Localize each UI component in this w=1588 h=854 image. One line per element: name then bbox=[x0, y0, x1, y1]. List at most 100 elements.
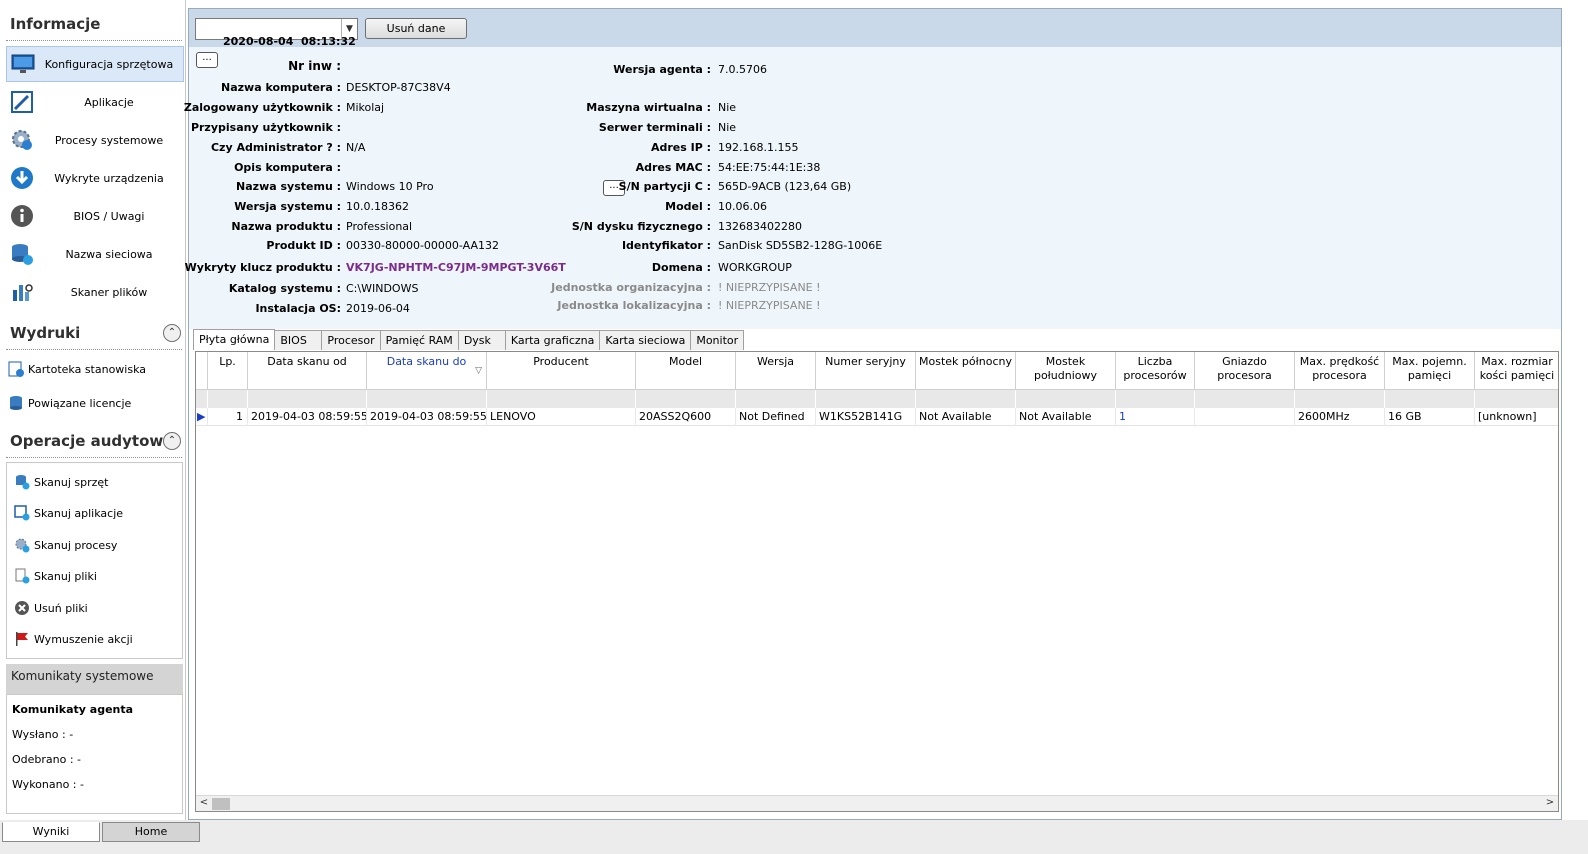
nav-label: Procesy systemowe bbox=[54, 133, 164, 147]
label-virtual-machine: Maszyna wirtualna : bbox=[586, 101, 711, 114]
cell-scan-from: 2019-04-03 08:59:55 bbox=[248, 408, 367, 426]
col-header-producer[interactable]: Producent bbox=[487, 352, 636, 390]
nav-hardware-config[interactable]: Konfiguracja sprzętowa bbox=[6, 46, 184, 82]
filter-cell[interactable] bbox=[636, 390, 736, 408]
label-identifier: Identyfikator : bbox=[621, 239, 711, 252]
print-item-station-card[interactable]: Kartoteka stanowiska bbox=[8, 357, 146, 381]
filter-cell[interactable] bbox=[1475, 390, 1558, 408]
tab-network-card[interactable]: Karta sieciowa bbox=[599, 330, 692, 350]
value-physical-disk-sn: 132683402280 bbox=[718, 220, 802, 233]
cell-producer: LENOVO bbox=[487, 408, 636, 426]
tab-results[interactable]: Wyniki bbox=[2, 822, 100, 842]
cell-scan-to: 2019-04-03 08:59:55 bbox=[367, 408, 487, 426]
filter-cell[interactable] bbox=[1195, 390, 1295, 408]
value-computer-name: DESKTOP-87C38V4 bbox=[346, 81, 451, 94]
audit-scan-processes[interactable]: Skanuj procesy bbox=[14, 533, 117, 557]
cell-mem-capacity: 16 GB bbox=[1385, 408, 1475, 426]
tab-bios[interactable]: BIOS bbox=[274, 330, 323, 350]
value-domain: WORKGROUP bbox=[718, 261, 792, 274]
col-header-serial[interactable]: Numer seryjny bbox=[816, 352, 916, 390]
col-header-cpu-count[interactable]: Liczba procesorów bbox=[1116, 352, 1195, 390]
filter-cell[interactable] bbox=[1295, 390, 1385, 408]
cell-lp: 1 bbox=[208, 408, 248, 426]
tab-monitor[interactable]: Monitor bbox=[690, 330, 745, 350]
cell-serial: W1KS52B141G bbox=[816, 408, 916, 426]
scan-hardware-icon bbox=[16, 475, 30, 490]
nav-label: Aplikacje bbox=[84, 95, 134, 109]
scroll-left-icon[interactable]: < bbox=[197, 797, 211, 811]
gear-process-icon bbox=[12, 130, 32, 150]
monitor-icon bbox=[11, 54, 35, 73]
label-partition-sn: S/N partycji C : bbox=[618, 180, 711, 193]
col-header-lp[interactable]: Lp. bbox=[208, 352, 248, 390]
tab-home[interactable]: Home bbox=[102, 822, 200, 842]
nav-detected-devices[interactable]: Wykryte urządzenia bbox=[6, 160, 184, 196]
col-header-cpu-speed[interactable]: Max. prędkość procesora bbox=[1295, 352, 1385, 390]
col-header-mem-capacity[interactable]: Max. pojemn. pamięci bbox=[1385, 352, 1475, 390]
collapse-print-button[interactable]: ⌃ bbox=[163, 324, 181, 342]
col-header-southbridge[interactable]: Mostek południowy bbox=[1016, 352, 1116, 390]
nav-applications[interactable]: Aplikacje bbox=[6, 84, 184, 120]
table-row[interactable]: ▶ 1 2019-04-03 08:59:55 2019-04-03 08:59… bbox=[196, 408, 1558, 426]
value-product-id: 00330-80000-00000-AA132 bbox=[346, 239, 499, 252]
tab-ram[interactable]: Pamięć RAM bbox=[379, 330, 459, 350]
tab-disk[interactable]: Dysk bbox=[457, 330, 506, 350]
audit-scan-files[interactable]: Skanuj pliki bbox=[14, 564, 97, 588]
sidebar: Informacje Konfiguracja sprzętowa Aplika… bbox=[0, 0, 186, 822]
license-icon bbox=[10, 396, 22, 410]
nav-label: BIOS / Uwagi bbox=[73, 209, 145, 223]
filter-cell[interactable] bbox=[1016, 390, 1116, 408]
value-product-key[interactable]: VK7JG-NPHTM-C97JM-9MPGT-3V66T bbox=[346, 261, 566, 274]
filter-cell[interactable] bbox=[736, 390, 816, 408]
audit-delete-files[interactable]: Usuń pliki bbox=[14, 596, 88, 620]
info-section-header: Informacje bbox=[10, 15, 101, 33]
delete-icon bbox=[15, 601, 29, 615]
scroll-right-icon[interactable]: > bbox=[1543, 797, 1557, 811]
audit-force-action[interactable]: Wymuszenie akcji bbox=[14, 627, 133, 651]
filter-cell[interactable] bbox=[1116, 390, 1195, 408]
filter-cell[interactable] bbox=[367, 390, 487, 408]
audit-label: Skanuj procesy bbox=[34, 538, 118, 552]
label-physical-disk-sn: S/N dysku fizycznego : bbox=[571, 220, 711, 233]
nav-system-processes[interactable]: Procesy systemowe bbox=[6, 122, 184, 158]
audit-scan-apps[interactable]: Skanuj aplikacje bbox=[14, 501, 123, 525]
tab-processor[interactable]: Procesor bbox=[321, 330, 381, 350]
print-item-licenses[interactable]: Powiązane licencje bbox=[8, 391, 131, 415]
filter-cell[interactable] bbox=[208, 390, 248, 408]
chevron-down-icon[interactable]: ▼ bbox=[341, 19, 357, 39]
collapse-audit-button[interactable]: ⌃ bbox=[163, 432, 181, 450]
filter-cell[interactable] bbox=[248, 390, 367, 408]
value-product-name: Professional bbox=[346, 220, 413, 233]
download-arrow-icon bbox=[11, 167, 33, 189]
audit-label: Skanuj pliki bbox=[34, 569, 97, 583]
nav-file-scanner[interactable]: Skaner plików bbox=[6, 274, 184, 310]
nav-bios-notes[interactable]: BIOS / Uwagi bbox=[6, 198, 184, 234]
filter-cell[interactable] bbox=[916, 390, 1016, 408]
scan-files-icon bbox=[15, 568, 30, 584]
received-status: Odebrano : - bbox=[12, 753, 82, 766]
filter-cell[interactable] bbox=[487, 390, 636, 408]
nav-network-name[interactable]: Nazwa sieciowa bbox=[6, 236, 184, 272]
col-header-scan-from[interactable]: Data skanu od bbox=[248, 352, 367, 390]
horizontal-scrollbar[interactable]: < > bbox=[196, 795, 1558, 811]
tab-graphics-card[interactable]: Karta graficzna bbox=[504, 330, 601, 350]
label-location-unit: Jednostka lokalizacyjna : bbox=[557, 299, 711, 312]
col-header-model[interactable]: Model bbox=[636, 352, 736, 390]
filter-cell[interactable] bbox=[816, 390, 916, 408]
col-header-cpu-socket[interactable]: Gniazdo procesora bbox=[1195, 352, 1295, 390]
col-header-version[interactable]: Wersja bbox=[736, 352, 816, 390]
cell-version: Not Defined bbox=[736, 408, 816, 426]
col-header-scan-to[interactable]: Data skanu do ▽ bbox=[367, 352, 487, 390]
audit-scan-hardware[interactable]: Skanuj sprzęt bbox=[14, 470, 109, 494]
col-header-northbridge[interactable]: Mostek północny bbox=[916, 352, 1016, 390]
filter-cell[interactable] bbox=[1385, 390, 1475, 408]
scan-date-dropdown[interactable]: 2020-08-04 08:13:32 ▼ bbox=[195, 18, 358, 48]
value-org-unit: ! NIEPRZYPISANE ! bbox=[718, 281, 821, 294]
col-header-mem-stick-size[interactable]: Max. rozmiar kości pamięci bbox=[1475, 352, 1558, 390]
ellipsis-button[interactable]: ... bbox=[196, 52, 218, 68]
nav-label: Wykryte urządzenia bbox=[54, 171, 164, 185]
delete-data-button[interactable]: Usuń dane bbox=[365, 18, 467, 39]
tab-motherboard[interactable]: Płyta główna bbox=[193, 329, 276, 350]
scroll-thumb[interactable] bbox=[212, 798, 230, 810]
label-model: Model : bbox=[665, 200, 711, 213]
